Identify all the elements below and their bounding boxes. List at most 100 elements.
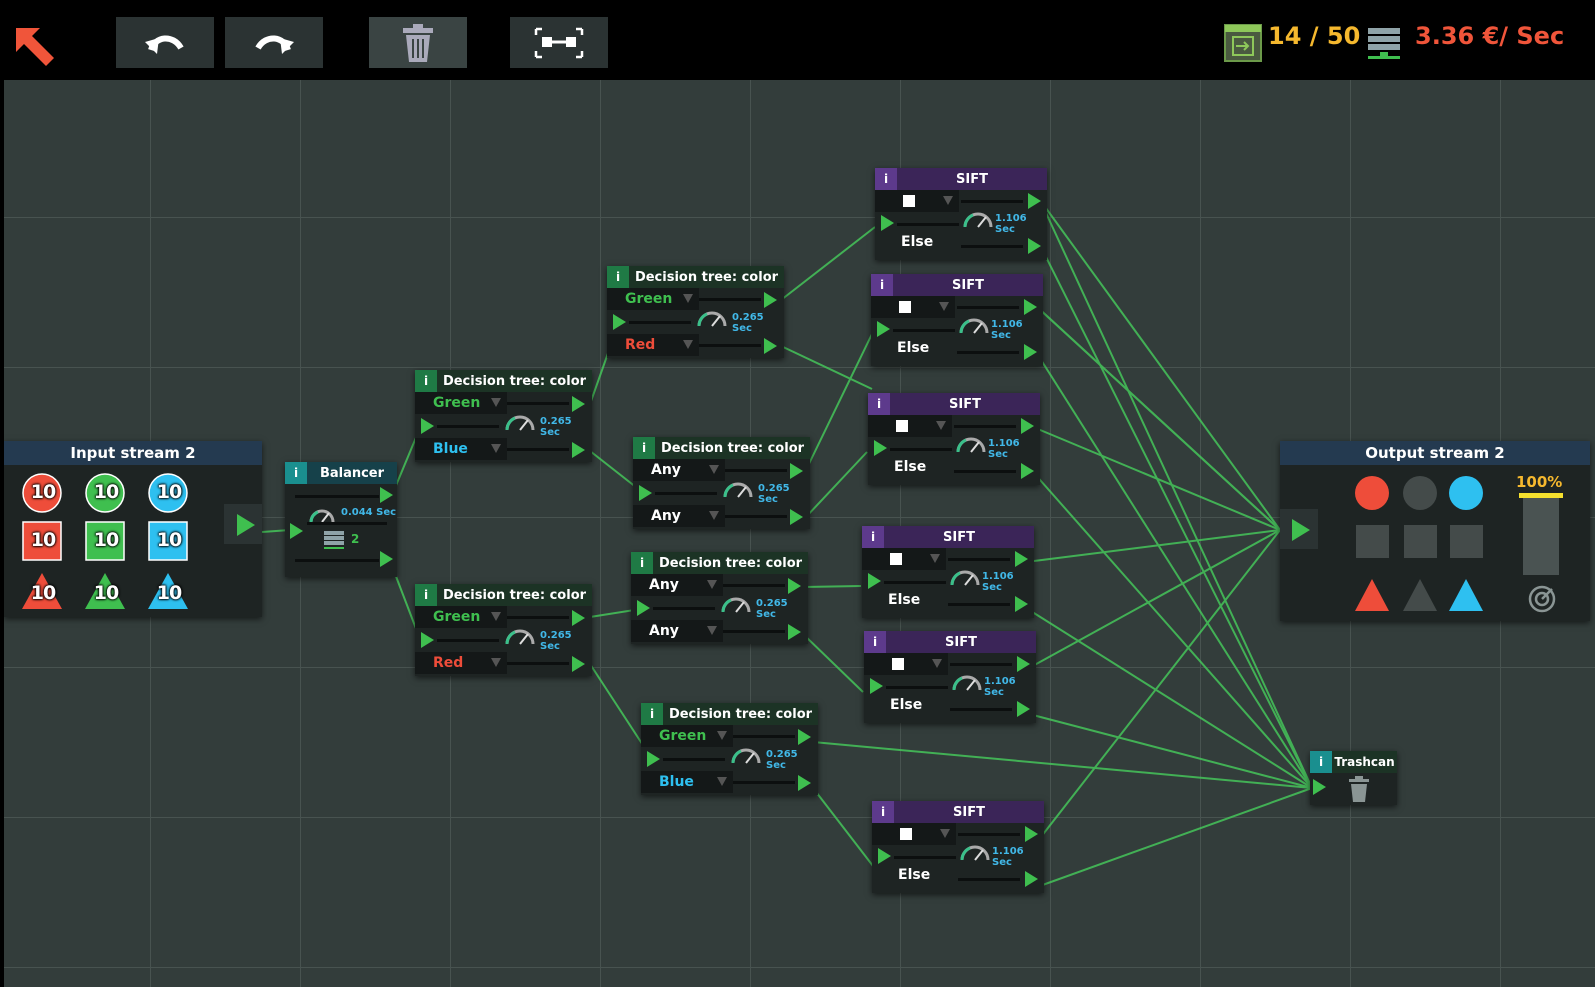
sift-output-else[interactable] bbox=[1017, 701, 1030, 717]
decision-tree-node-6[interactable]: i Decision tree: color Green 0.265 Sec B… bbox=[641, 703, 818, 795]
sift-input-port[interactable] bbox=[868, 573, 881, 589]
sift-output-match[interactable] bbox=[1024, 299, 1037, 315]
sift-input-port[interactable] bbox=[881, 215, 894, 231]
sift-node-4[interactable]: i SIFT 1.106 Sec Else bbox=[862, 526, 1034, 618]
input-port[interactable] bbox=[421, 632, 434, 648]
output-port-b[interactable] bbox=[790, 509, 803, 525]
sift-output-match[interactable] bbox=[1021, 418, 1034, 434]
sift-node-3[interactable]: i SIFT 1.106 Sec Else bbox=[868, 393, 1040, 485]
info-button[interactable]: i bbox=[872, 801, 894, 823]
input-stream-header[interactable]: Input stream 2 bbox=[4, 441, 262, 465]
decision-tree-node-3[interactable]: i Decision tree: color Green 0.265 Sec R… bbox=[607, 266, 784, 358]
sift-output-match[interactable] bbox=[1025, 826, 1038, 842]
balancer-in[interactable] bbox=[290, 523, 303, 539]
trashcan-node[interactable]: i Trashcan bbox=[1310, 751, 1397, 805]
input-stream-node[interactable]: Input stream 2 10 10 10 10 10 10 10 10 1… bbox=[4, 441, 262, 617]
input-output-port[interactable] bbox=[237, 514, 255, 536]
shape-select[interactable] bbox=[871, 296, 955, 318]
info-button[interactable]: i bbox=[862, 526, 884, 548]
color-select-b[interactable]: Any bbox=[633, 505, 725, 527]
output-port-b[interactable] bbox=[572, 442, 585, 458]
output-stream-header[interactable]: Output stream 2 bbox=[1280, 441, 1590, 465]
color-select-b[interactable]: Red bbox=[607, 334, 699, 356]
sift-output-else[interactable] bbox=[1028, 238, 1041, 254]
decision-tree-node-5[interactable]: i Decision tree: color Any 0.265 Sec Any bbox=[631, 552, 808, 644]
balancer-out-1[interactable] bbox=[380, 487, 393, 503]
output-port-a[interactable] bbox=[788, 578, 801, 594]
info-button[interactable]: i bbox=[607, 266, 629, 288]
info-button[interactable]: i bbox=[875, 168, 897, 190]
color-select-b[interactable]: Blue bbox=[641, 771, 733, 793]
decision-tree-node-2[interactable]: i Decision tree: color Green 0.265 Sec R… bbox=[415, 584, 592, 676]
output-port-a[interactable] bbox=[572, 396, 585, 412]
sift-header[interactable]: i SIFT bbox=[875, 168, 1047, 190]
info-button[interactable]: i bbox=[631, 552, 653, 574]
sift-header[interactable]: i SIFT bbox=[862, 526, 1034, 548]
color-select-a[interactable]: Green bbox=[641, 725, 733, 747]
output-port-a[interactable] bbox=[572, 610, 585, 626]
output-port-a[interactable] bbox=[790, 463, 803, 479]
sift-input-port[interactable] bbox=[878, 848, 891, 864]
target-icon[interactable] bbox=[1528, 585, 1556, 613]
output-port-b[interactable] bbox=[572, 656, 585, 672]
sift-header[interactable]: i SIFT bbox=[864, 631, 1036, 653]
output-stream-node[interactable]: Output stream 2 100% bbox=[1280, 441, 1590, 621]
sift-node-5[interactable]: i SIFT 1.106 Sec Else bbox=[864, 631, 1036, 723]
color-select-b[interactable]: Blue bbox=[415, 438, 507, 460]
sift-output-match[interactable] bbox=[1028, 193, 1041, 209]
output-port-b[interactable] bbox=[764, 338, 777, 354]
trashcan-input-port[interactable] bbox=[1313, 779, 1326, 795]
balancer-node[interactable]: i Balancer 0.044 Sec 2 bbox=[285, 462, 397, 577]
shape-select[interactable] bbox=[868, 415, 952, 437]
decision-tree-header[interactable]: i Decision tree: color bbox=[607, 266, 784, 288]
color-select-b[interactable]: Red bbox=[415, 652, 507, 674]
info-button[interactable]: i bbox=[641, 703, 663, 725]
sift-output-else[interactable] bbox=[1015, 596, 1028, 612]
sift-node-2[interactable]: i SIFT 1.106 Sec Else bbox=[871, 274, 1043, 366]
sift-input-port[interactable] bbox=[874, 440, 887, 456]
decision-tree-node-1[interactable]: i Decision tree: color Green 0.265 Sec B… bbox=[415, 370, 592, 462]
input-port[interactable] bbox=[613, 314, 626, 330]
decision-tree-header[interactable]: i Decision tree: color bbox=[415, 370, 592, 392]
info-button[interactable]: i bbox=[285, 462, 307, 484]
color-select-a[interactable]: Green bbox=[607, 288, 699, 310]
output-port-b[interactable] bbox=[788, 624, 801, 640]
sift-output-else[interactable] bbox=[1025, 871, 1038, 887]
output-stream-input-port[interactable] bbox=[1292, 519, 1310, 541]
trashcan-header[interactable]: i Trashcan bbox=[1310, 751, 1397, 773]
output-port-a[interactable] bbox=[798, 729, 811, 745]
sift-header[interactable]: i SIFT bbox=[871, 274, 1043, 296]
info-button[interactable]: i bbox=[633, 437, 655, 459]
sift-node-6[interactable]: i SIFT 1.106 Sec Else bbox=[872, 801, 1044, 893]
input-port[interactable] bbox=[647, 751, 660, 767]
sift-output-match[interactable] bbox=[1017, 656, 1030, 672]
output-port-a[interactable] bbox=[764, 292, 777, 308]
shape-select[interactable] bbox=[875, 190, 959, 212]
input-port[interactable] bbox=[421, 418, 434, 434]
info-button[interactable]: i bbox=[868, 393, 890, 415]
color-select-a[interactable]: Green bbox=[415, 392, 507, 414]
info-button[interactable]: i bbox=[415, 584, 437, 606]
output-port-b[interactable] bbox=[798, 775, 811, 791]
sift-output-else[interactable] bbox=[1021, 463, 1034, 479]
sift-header[interactable]: i SIFT bbox=[872, 801, 1044, 823]
sift-output-match[interactable] bbox=[1015, 551, 1028, 567]
color-select-a[interactable]: Green bbox=[415, 606, 507, 628]
input-port[interactable] bbox=[637, 600, 650, 616]
sift-input-port[interactable] bbox=[870, 678, 883, 694]
decision-tree-header[interactable]: i Decision tree: color bbox=[633, 437, 810, 459]
color-select-a[interactable]: Any bbox=[631, 574, 723, 596]
sift-header[interactable]: i SIFT bbox=[868, 393, 1040, 415]
sift-output-else[interactable] bbox=[1024, 344, 1037, 360]
info-button[interactable]: i bbox=[1310, 751, 1332, 773]
decision-tree-header[interactable]: i Decision tree: color bbox=[641, 703, 818, 725]
shape-select[interactable] bbox=[872, 823, 956, 845]
sift-input-port[interactable] bbox=[877, 321, 890, 337]
decision-tree-header[interactable]: i Decision tree: color bbox=[631, 552, 808, 574]
shape-select[interactable] bbox=[864, 653, 948, 675]
decision-tree-node-4[interactable]: i Decision tree: color Any 0.265 Sec Any bbox=[633, 437, 810, 529]
balancer-out-2[interactable] bbox=[380, 551, 393, 567]
shape-select[interactable] bbox=[862, 548, 946, 570]
balancer-header[interactable]: i Balancer bbox=[285, 462, 397, 484]
input-port[interactable] bbox=[639, 485, 652, 501]
